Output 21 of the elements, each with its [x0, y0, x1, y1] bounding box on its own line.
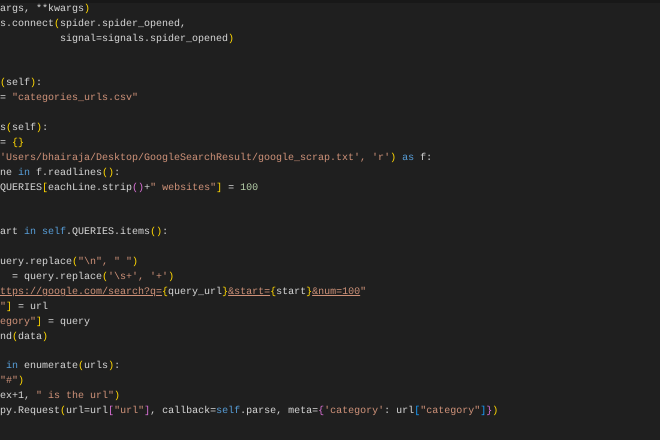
code-line: = "categories_urls.csv" — [0, 92, 138, 106]
code-line: py.Request(url=url["url"], callback=self.parse, meta={'category': url["category"]}) — [0, 405, 498, 420]
code-line: QUERIES[eachLine.strip()+" websites"] = 100 — [0, 182, 258, 196]
code-line: "#") — [0, 375, 24, 390]
code-line: egory"] = query — [0, 316, 90, 330]
code-line: 'Users/bhairaja/Desktop/GoogleSearchResult/google_scrap.txt', 'r') as f: — [0, 152, 432, 166]
code-line: s.connect(spider.spider_opened, — [0, 18, 186, 32]
code-line: s(self): — [0, 122, 48, 136]
code-line: args, **kwargs) — [0, 3, 90, 17]
code-line: in enumerate(urls): — [5, 360, 120, 374]
code-line: art in self.QUERIES.items(): — [0, 226, 168, 240]
code-line: ne in f.readlines(): — [0, 166, 120, 181]
code-line: = query.replace('\s+', '+') — [11, 271, 174, 286]
code-line: ex+1, " is the url") — [0, 390, 120, 404]
code-line: ttps://google.com/search?q={query_url}&start={start}&num=100" — [0, 286, 366, 300]
code-line: (self): — [0, 77, 42, 92]
code-line: "] = url — [0, 300, 48, 315]
code-line: = {} — [0, 137, 24, 152]
code-line: uery.replace("\n", " ") — [0, 256, 138, 270]
code-line: signal=signals.spider_opened) — [59, 32, 234, 47]
code-line: nd(data) — [0, 330, 48, 345]
